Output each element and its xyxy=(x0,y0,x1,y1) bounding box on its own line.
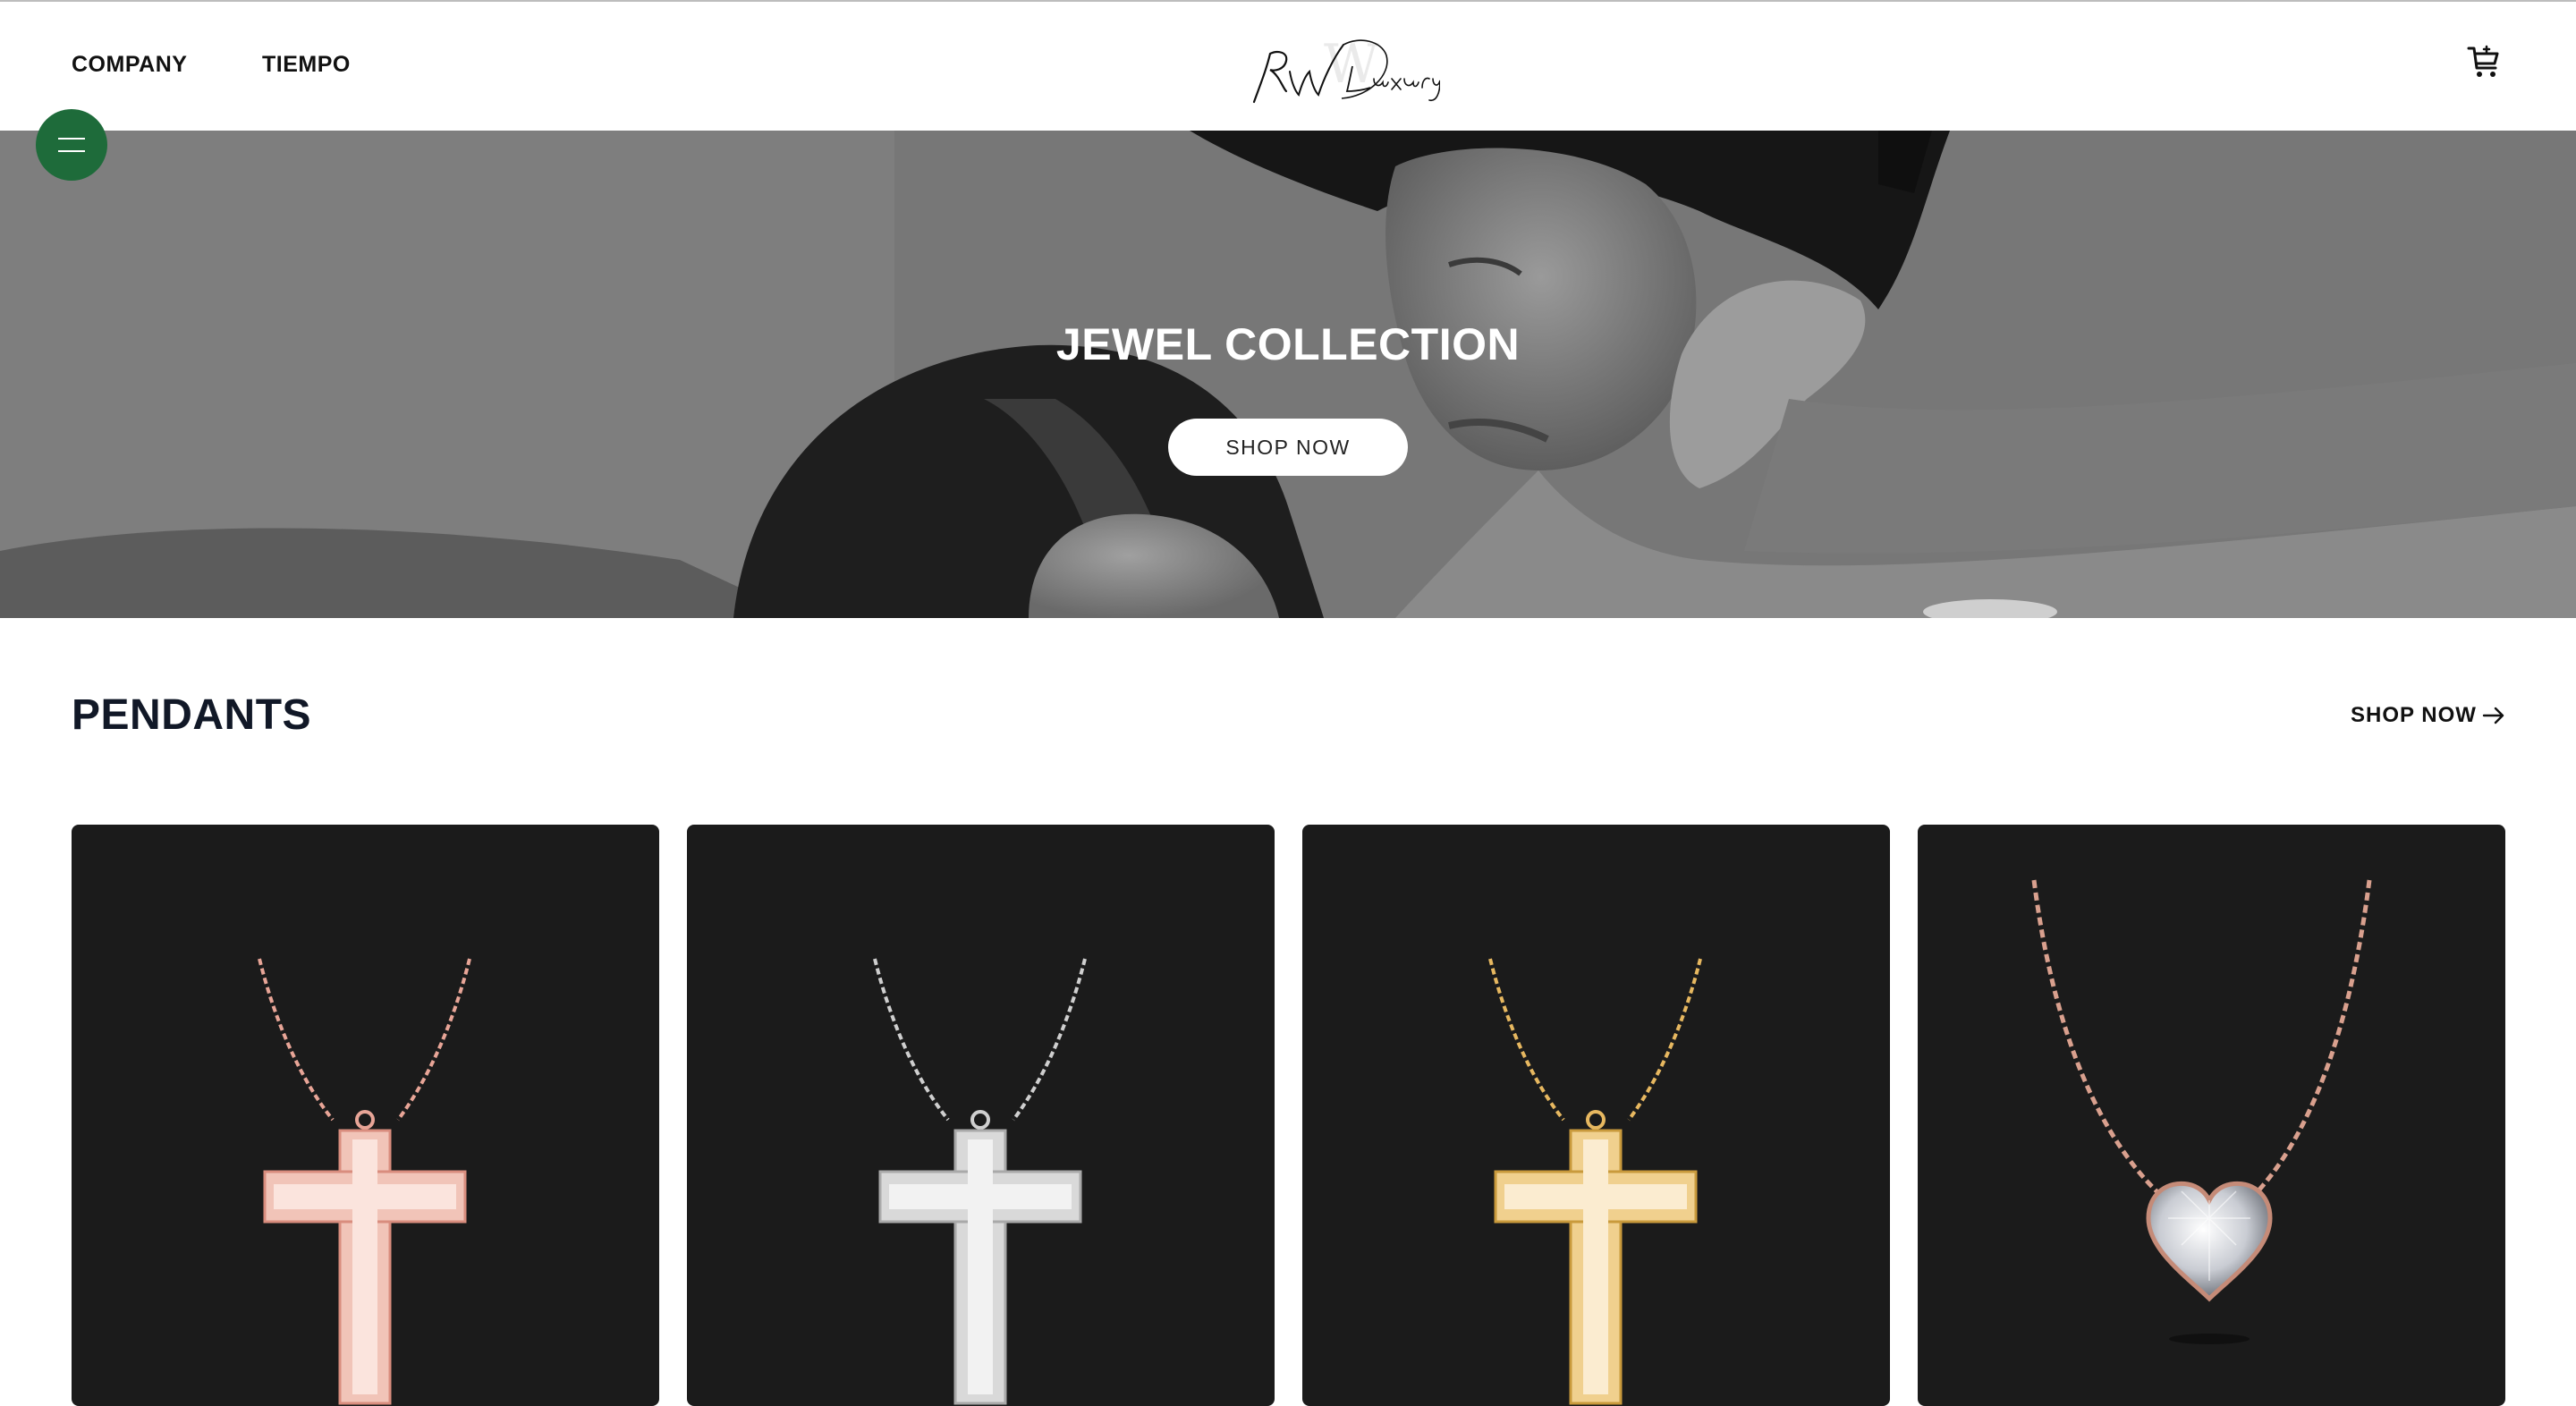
site-header: COMPANY TIEMPO W xyxy=(0,2,2576,131)
cart-icon xyxy=(2467,45,2499,77)
cart-button[interactable] xyxy=(2465,43,2503,80)
rose-cross-pendant-image xyxy=(258,958,471,1405)
heart-necklace-image xyxy=(2031,879,2372,1344)
product-card-heart-necklace[interactable] xyxy=(1918,825,2505,1406)
white-cross-pendant-image xyxy=(873,958,1087,1405)
hamburger-icon xyxy=(58,138,85,152)
nav-tiempo[interactable]: TIEMPO xyxy=(262,52,351,78)
pendants-shop-now-link[interactable]: SHOP NOW xyxy=(2351,703,2505,728)
product-card-white-cross[interactable] xyxy=(687,825,1275,1406)
shop-now-label: SHOP NOW xyxy=(2351,703,2477,727)
pendants-title: PENDANTS xyxy=(72,691,312,739)
hero-banner: JEWEL COLLECTION SHOP NOW xyxy=(0,131,2576,618)
hero-shop-now-button[interactable]: SHOP NOW xyxy=(1168,419,1408,476)
gold-cross-pendant-image xyxy=(1488,958,1702,1405)
arrow-right-icon xyxy=(2482,707,2504,724)
product-card-rose-cross[interactable] xyxy=(72,825,659,1406)
logo-script-icon: W xyxy=(1252,33,1441,104)
product-card-gold-cross[interactable] xyxy=(1302,825,1890,1406)
nav-company[interactable]: COMPANY xyxy=(72,52,187,78)
brand-logo[interactable]: W xyxy=(1234,20,1441,109)
hero-photo xyxy=(0,131,2576,618)
menu-button[interactable] xyxy=(36,109,107,181)
hero-title: JEWEL COLLECTION xyxy=(1055,319,1521,369)
